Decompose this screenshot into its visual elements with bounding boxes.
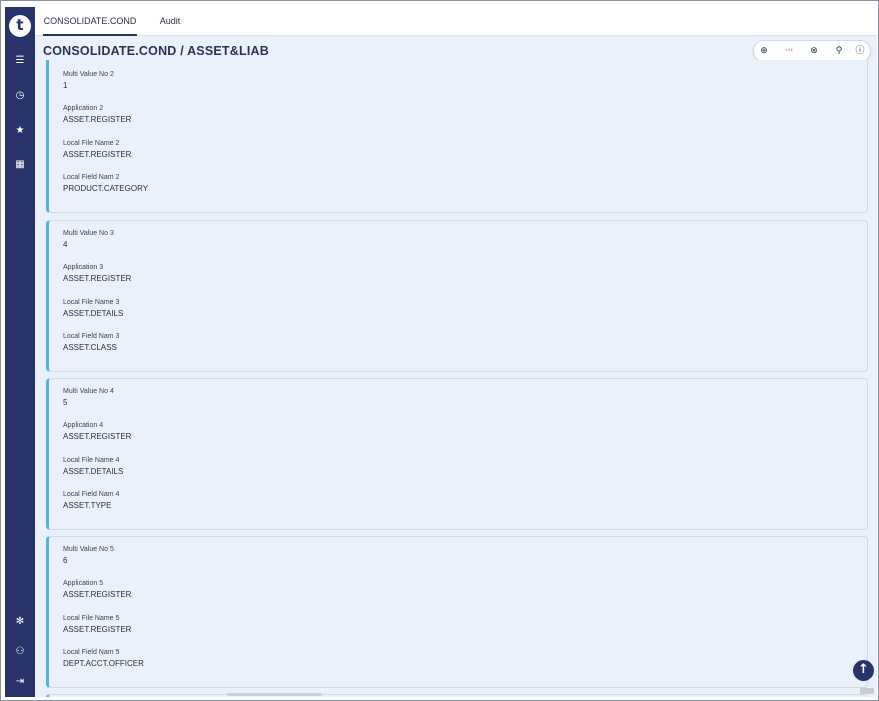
field-value: 6 [63,556,68,565]
settings-icon[interactable]: ✻ [5,612,35,632]
field-application: Application 2 ASSET.REGISTER [63,104,131,126]
field-local-field-name: Local Field Nam 5 DEPT.ACCT.OFFICER [63,648,144,670]
field-value: ASSET.REGISTER [63,625,132,634]
field-label: Local Field Nam 4 [63,491,120,498]
field-local-file-name: Local File Name 4 ASSET.DETAILS [63,456,123,478]
more-options-icon[interactable]: ··· [781,43,797,59]
users-icon[interactable]: ⚇ [5,642,35,662]
sidebar: t ☰ ◷ ★ ▦ ✻ ⚇ ⇥ [5,7,35,697]
field-label: Local File Name 2 [63,140,120,147]
field-value: ASSET.DETAILS [63,467,124,476]
main-content: CONSOLIDATE.COND / ASSET&LIAB ⊕ ··· ⊗ ⚲ … [35,36,877,697]
field-local-file-name: Local File Name 5 ASSET.REGISTER [63,614,131,636]
cancel-icon[interactable]: ⊗ [806,43,822,59]
field-value: ASSET.REGISTER [63,115,132,124]
field-local-file-name: Local File Name 3 ASSET.DETAILS [63,298,123,320]
page-title: CONSOLIDATE.COND / ASSET&LIAB [43,44,269,58]
apps-grid-icon[interactable]: ▦ [5,155,35,175]
field-value: ASSET.TYPE [63,501,112,510]
field-label: Application 5 [63,580,104,587]
multi-value-card-5: Multi Value No 5 6 Application 5 ASSET.R… [46,536,868,688]
scroll-to-top-button[interactable]: ↑ [853,660,874,681]
menu-icon[interactable]: ☰ [5,51,35,71]
history-icon[interactable]: ◷ [5,86,35,106]
temenos-logo: t [9,15,31,37]
field-value: ASSET.DETAILS [63,309,124,318]
logout-icon[interactable]: ⇥ [5,672,35,692]
favorites-star-icon[interactable]: ★ [5,121,35,141]
horizontal-scrollbar[interactable] [227,693,322,696]
field-label: Local Field Nam 5 [63,649,120,656]
tab-bar: CONSOLIDATE.COND Audit [35,7,877,36]
multi-value-card-3: Multi Value No 3 4 Application 3 ASSET.R… [46,220,868,372]
field-value: ASSET.CLASS [63,343,117,352]
field-application: Application 4 ASSET.REGISTER [63,421,131,443]
field-label: Local File Name 4 [63,457,120,464]
field-label: Multi Value No 3 [63,230,114,237]
field-label: Local Field Nam 2 [63,174,120,181]
field-label: Local File Name 5 [63,615,120,622]
tab-consolidate-cond[interactable]: CONSOLIDATE.COND [43,7,137,36]
field-value: 4 [63,240,68,249]
field-value: 5 [63,398,68,407]
multi-value-card-next [46,694,868,697]
field-multi-value-no: Multi Value No 2 1 [63,70,114,92]
field-multi-value-no: Multi Value No 5 6 [63,545,114,567]
field-application: Application 5 ASSET.REGISTER [63,579,131,601]
field-label: Application 3 [63,264,104,271]
field-value: ASSET.REGISTER [63,274,132,283]
field-value: 1 [63,81,68,90]
multi-value-card-2: Multi Value No 2 1 Application 2 ASSET.R… [46,60,868,213]
field-label: Local File Name 3 [63,299,120,306]
record-toolbar: ⊕ ··· ⊗ ⚲ ⓘ [753,40,871,62]
field-local-file-name: Local File Name 2 ASSET.REGISTER [63,139,131,161]
resize-handle[interactable] [860,688,874,694]
tab-audit[interactable]: Audit [151,7,189,36]
field-label: Local Field Nam 3 [63,333,120,340]
multi-value-card-4: Multi Value No 4 5 Application 4 ASSET.R… [46,378,868,530]
field-label: Application 2 [63,105,104,112]
field-label: Application 4 [63,422,104,429]
field-multi-value-no: Multi Value No 4 5 [63,387,114,409]
field-local-field-name: Local Field Nam 3 ASSET.CLASS [63,332,119,354]
field-multi-value-no: Multi Value No 3 4 [63,229,114,251]
info-icon[interactable]: ⓘ [852,43,868,59]
field-value: PRODUCT.CATEGORY [63,184,149,193]
field-local-field-name: Local Field Nam 4 ASSET.TYPE [63,490,119,512]
field-local-field-name: Local Field Nam 2 PRODUCT.CATEGORY [63,173,148,195]
field-application: Application 3 ASSET.REGISTER [63,263,131,285]
field-value: ASSET.REGISTER [63,150,132,159]
field-value: ASSET.REGISTER [63,590,132,599]
field-label: Multi Value No 5 [63,546,114,553]
add-icon[interactable]: ⊕ [756,43,772,59]
field-label: Multi Value No 4 [63,388,114,395]
app-window: t ☰ ◷ ★ ▦ ✻ ⚇ ⇥ CONSOLIDATE.COND Audit C… [0,0,879,701]
search-icon[interactable]: ⚲ [831,43,847,59]
field-label: Multi Value No 2 [63,71,114,78]
field-value: DEPT.ACCT.OFFICER [63,659,144,668]
field-value: ASSET.REGISTER [63,432,132,441]
